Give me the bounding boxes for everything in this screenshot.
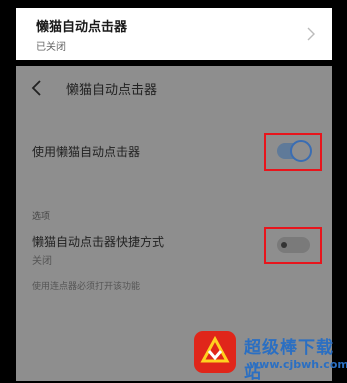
service-title: 懒猫自动点击器 xyxy=(36,20,128,35)
panel-title: 懒猫自动点击器 xyxy=(66,83,158,98)
back-arrow-icon[interactable] xyxy=(30,79,44,97)
enable-service-label: 使用懒猫自动点击器 xyxy=(32,145,141,159)
watermark-url: www.cjbwh.com xyxy=(249,358,347,371)
hint-text: 使用连点器必须打开该功能 xyxy=(32,282,141,292)
highlight-box-shortcut xyxy=(264,227,322,264)
shortcut-toggle[interactable] xyxy=(277,237,310,253)
toggle-knob xyxy=(281,242,287,248)
watermark-logo-icon xyxy=(194,331,236,373)
enable-service-toggle[interactable] xyxy=(277,140,312,162)
shortcut-status: 关闭 xyxy=(32,256,52,267)
highlight-box-enable xyxy=(264,133,322,171)
service-status: 已关闭 xyxy=(36,42,66,53)
accessibility-service-card[interactable]: 懒猫自动点击器 已关闭 xyxy=(16,8,332,60)
shortcut-label: 懒猫自动点击器快捷方式 xyxy=(32,235,165,249)
chevron-right-icon xyxy=(307,27,315,41)
toggle-knob xyxy=(290,140,312,162)
options-section-label: 选项 xyxy=(32,212,51,222)
